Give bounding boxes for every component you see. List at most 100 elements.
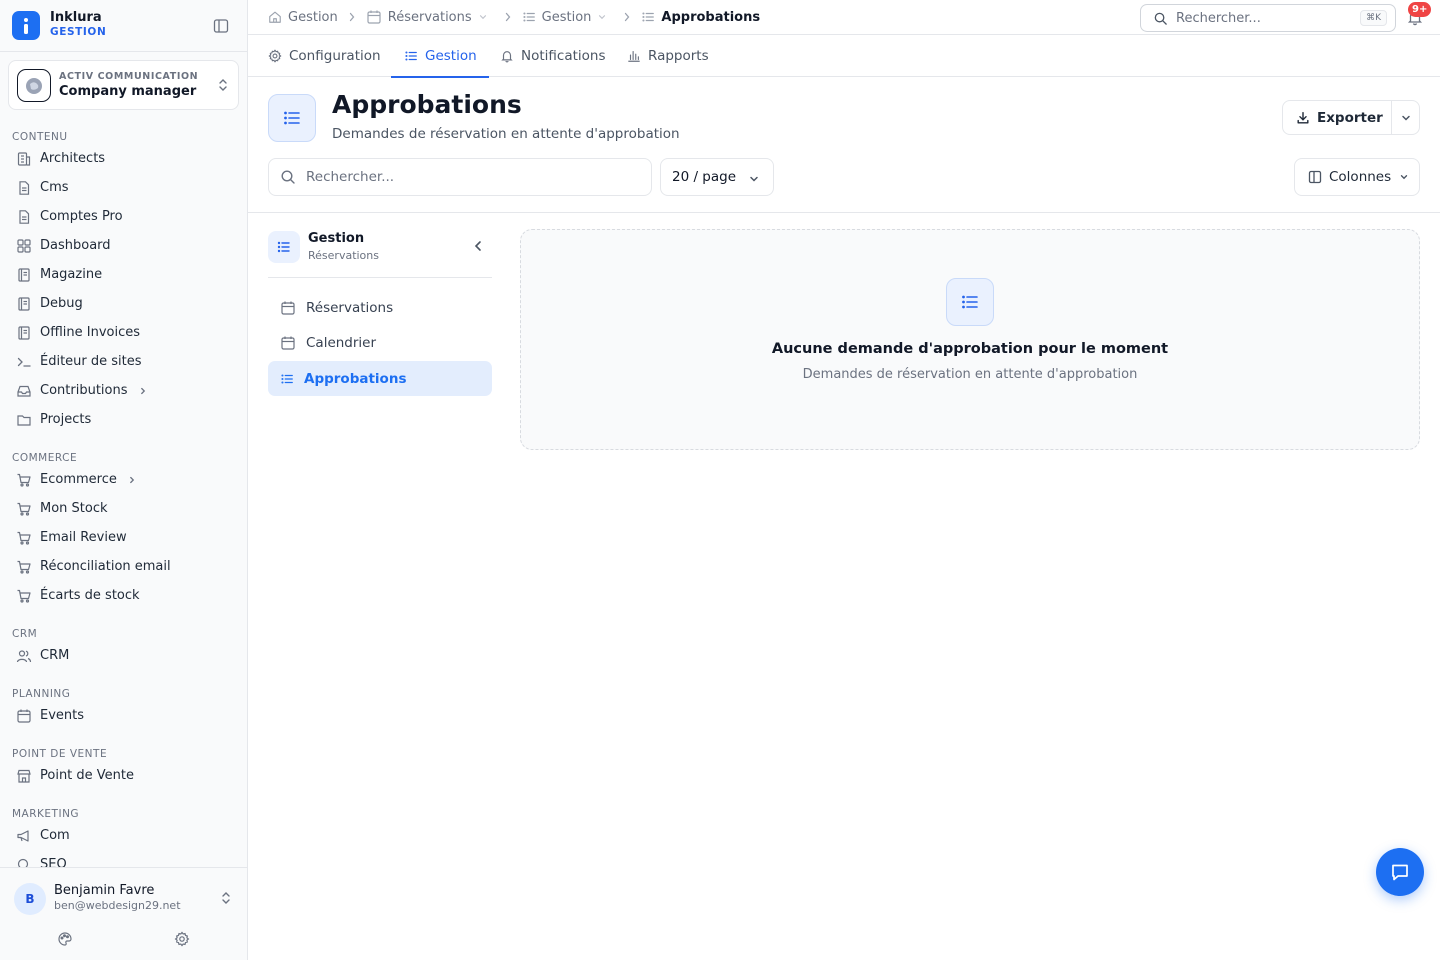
sidebar-item-comptes-pro[interactable]: Comptes Pro [0,202,247,231]
subnav-item-label: Réservations [306,299,394,316]
sidebar-item-crm[interactable]: CRM [0,641,247,670]
global-search-input[interactable]: Rechercher... ⌘K [1140,4,1396,32]
settings-gear-icon[interactable] [174,931,190,947]
breadcrumb-separator-icon [623,12,631,22]
empty-state: Aucune demande d'approbation pour le mom… [520,229,1420,450]
nav-section-title: COMMERCE [12,452,78,464]
file-icon [16,209,32,225]
page-size-select[interactable]: 20 / page [660,158,774,196]
sidebar-item-seo[interactable]: SEO [0,850,247,868]
palette-icon[interactable] [57,931,73,947]
sidebar-item-events[interactable]: Events [0,701,247,730]
brand-logo-icon[interactable] [12,11,40,40]
columns-label: Colonnes [1329,169,1392,185]
bar-chart-icon [627,49,648,63]
notifications-count-badge: 9+ [1408,2,1432,17]
sidebar-nav: CONTENU Architects Cms Comptes Pro Dashboard… [0,118,247,868]
subnav-item-approbations[interactable]: Approbations [268,361,492,396]
sidebar-toggle-icon[interactable] [212,17,230,35]
export-options-chevron-icon[interactable] [1392,101,1419,134]
sidebar-item-projects[interactable]: Projects [0,405,247,434]
subnav-item-calendrier[interactable]: Calendrier [268,325,492,360]
cart-icon [16,530,32,546]
search-icon [280,169,296,185]
sidebar-item-debug[interactable]: Debug [0,289,247,318]
breadcrumb-item-gestion[interactable]: Gestion [268,10,338,25]
empty-state-title: Aucune demande d'approbation pour le mom… [771,341,1169,357]
nav-section-title: CRM [12,628,38,640]
home-icon [268,10,288,24]
sidebar-item-offline-invoices[interactable]: Offline Invoices [0,318,247,347]
terminal-icon [16,354,32,370]
sidebar-item-label: Architects [40,151,106,166]
sidebar-item-dashboard[interactable]: Dashboard [0,231,247,260]
download-icon [1296,111,1317,125]
organization-switcher[interactable]: ACTIV COMMUNICATION Company manager [8,60,239,110]
user-avatar[interactable]: B [14,883,46,915]
tab-label: Gestion [425,48,477,64]
book-icon [16,325,32,341]
chevron-down-icon[interactable] [478,12,494,22]
sidebar-item-architects[interactable]: Architects [0,144,247,173]
sidebar-item-label: CRM [40,648,70,663]
sidebar-item-label: Debug [40,296,83,311]
export-label: Exporter [1317,109,1383,126]
subnav-item-label: Calendrier [306,334,377,351]
cart-icon [16,559,32,575]
sidebar-item-ecommerce[interactable]: Ecommerce [0,465,247,494]
list-icon [641,10,661,24]
sidebar-item-cms[interactable]: Cms [0,173,247,202]
page-subtitle: Demandes de réservation en attente d'app… [332,126,680,142]
empty-state-subtitle: Demandes de réservation en attente d'app… [802,367,1138,382]
tab-rapports[interactable]: Rapports [627,35,709,77]
cart-icon [16,501,32,517]
subnav-title: Gestion [308,231,365,246]
table-search-placeholder: Rechercher... [306,169,395,185]
sidebar-item-com[interactable]: Com [0,821,247,850]
sidebar-item-reconciliation-email[interactable]: Réconciliation email [0,552,247,581]
tab-gestion[interactable]: Gestion [391,35,489,78]
breadcrumb-item-gestion[interactable]: Gestion [522,10,614,25]
sidebar-item-editeur-de-sites[interactable]: Éditeur de sites [0,347,247,376]
store-icon [16,768,32,784]
calendar-icon [280,300,306,316]
user-name: Benjamin Favre [54,883,155,898]
top-bar: Gestion Réservations Gestion Approbations R… [248,0,1440,35]
chevron-left-icon[interactable] [471,239,485,253]
chevron-up-down-icon [215,77,231,93]
grid-icon [16,238,32,254]
chevron-right-icon [127,475,137,485]
breadcrumb: Gestion Réservations Gestion Approbations [268,0,760,34]
columns-icon [1308,170,1322,184]
sidebar-item-mon-stock[interactable]: Mon Stock [0,494,247,523]
sidebar-item-label: Events [40,708,85,723]
sidebar-item-contributions[interactable]: Contributions [0,376,247,405]
brand-subtitle: GESTION [50,26,107,38]
breadcrumb-item-reservations[interactable]: Réservations [366,9,494,25]
chevron-down-icon [1399,172,1409,182]
chat-button[interactable] [1376,848,1424,896]
cart-icon [16,472,32,488]
inbox-icon [16,383,32,399]
folder-icon [16,412,32,428]
list-icon [522,10,542,24]
sidebar-item-label: Réconciliation email [40,559,171,574]
sidebar-item-point-de-vente[interactable]: Point de Vente [0,761,247,790]
columns-button[interactable]: Colonnes [1294,158,1420,196]
table-search-input[interactable]: Rechercher... [268,158,652,196]
sidebar-item-label: Écarts de stock [40,588,140,603]
sidebar-item-ecarts-de-stock[interactable]: Écarts de stock [0,581,247,610]
subnav-item-reservations[interactable]: Réservations [268,290,492,325]
tab-notifications[interactable]: Notifications [500,35,606,77]
tab-configuration[interactable]: Configuration [268,35,381,77]
user-menu-chevron-icon[interactable] [218,890,234,906]
sidebar-item-magazine[interactable]: Magazine [0,260,247,289]
sidebar-item-email-review[interactable]: Email Review [0,523,247,552]
organization-name: Company manager [59,84,197,99]
page-size-value: 20 / page [672,169,737,185]
brand-name: Inklura [50,10,102,25]
subnav-subtitle: Réservations [308,249,379,262]
export-button[interactable]: Exporter [1283,101,1392,134]
chevron-down-icon[interactable] [597,12,613,22]
sidebar-item-label: Comptes Pro [40,209,123,224]
